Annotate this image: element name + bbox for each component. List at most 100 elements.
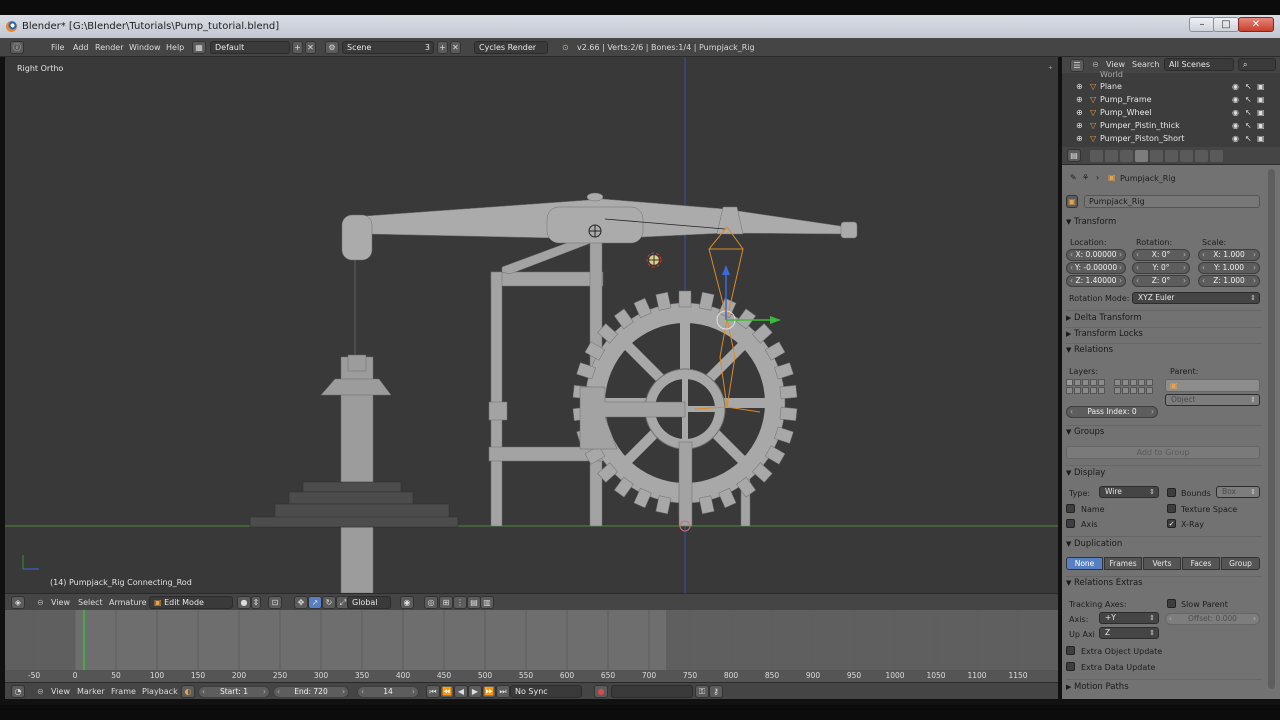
menu-select[interactable]: Select <box>78 596 103 609</box>
tab-modifiers-icon[interactable] <box>1165 150 1178 162</box>
panel-delta-transform-header[interactable]: ▶ Delta Transform <box>1066 313 1262 327</box>
expand-icon[interactable]: ⊕ <box>1076 121 1083 130</box>
duplication-frames-option[interactable]: Frames <box>1104 557 1142 570</box>
scene-icon[interactable]: ⚙ <box>325 41 339 54</box>
add-scene-icon[interactable]: + <box>437 41 448 54</box>
screen-layout-field[interactable]: Default <box>210 41 290 54</box>
texture-space-checkbox[interactable] <box>1167 504 1176 513</box>
visibility-eye-icon[interactable]: ◉ <box>1232 134 1239 143</box>
timeline-editor[interactable]: -50 0 50 100 150 200 250 300 350 400 450 500 550 600 6… <box>5 610 1058 682</box>
properties-scrollbar[interactable] <box>1268 169 1275 689</box>
tab-armature-icon[interactable] <box>1180 150 1193 162</box>
scale-z-field[interactable]: Z: 1.000 <box>1198 275 1260 287</box>
menu-file[interactable]: File <box>51 41 64 54</box>
layer-toggle[interactable] <box>1090 387 1097 394</box>
render-camera-icon[interactable]: ▣ <box>1257 121 1265 130</box>
layer-toggle[interactable] <box>1138 379 1145 386</box>
panel-transform-header[interactable]: ▼ Transform <box>1066 217 1262 231</box>
menu-view[interactable]: View <box>51 685 70 698</box>
visibility-eye-icon[interactable]: ◉ <box>1232 108 1239 117</box>
insert-keyframe-icon[interactable]: ⚿ <box>695 685 709 698</box>
duplication-group-option[interactable]: Group <box>1221 557 1260 570</box>
menu-view[interactable]: View <box>51 596 70 609</box>
menu-playback[interactable]: Playback <box>142 685 178 698</box>
track-axis-select[interactable]: +Y <box>1099 612 1159 624</box>
play-reverse-icon[interactable]: ◀ <box>454 685 468 698</box>
select-arrow-icon[interactable]: ↖ <box>1245 121 1252 130</box>
3d-viewport[interactable]: Right Ortho (14) Pumpjack_Rig Connecting… <box>5 57 1058 593</box>
start-frame-field[interactable]: Start: 1 <box>198 686 270 698</box>
visibility-eye-icon[interactable]: ◉ <box>1232 121 1239 130</box>
panel-display-header[interactable]: ▼ Display <box>1066 468 1262 482</box>
panel-duplication-header[interactable]: ▼ Duplication <box>1066 539 1262 553</box>
remove-scene-icon[interactable]: ✕ <box>450 41 461 54</box>
axis-checkbox[interactable] <box>1066 519 1075 528</box>
name-checkbox[interactable] <box>1066 504 1075 513</box>
viewport-shading-icon[interactable]: ● <box>237 596 251 609</box>
maximize-button[interactable]: □ <box>1213 17 1239 32</box>
layer-toggle[interactable] <box>1074 387 1081 394</box>
object-name-field[interactable]: Pumpjack_Rig <box>1084 195 1260 208</box>
screen-layout-icon[interactable]: ▦ <box>192 41 206 54</box>
collapse-menu-icon[interactable]: ⊖ <box>37 685 44 698</box>
outliner-item-pumper-piston-short[interactable]: ⊕ ▽ Pumper_Piston_Short ◉ ↖ ▣ <box>1062 133 1265 146</box>
proportional-edit-icon[interactable]: ◎ <box>424 596 438 609</box>
select-arrow-icon[interactable]: ↖ <box>1245 82 1252 91</box>
tab-world-icon[interactable] <box>1120 150 1133 162</box>
end-frame-field[interactable]: End: 720 <box>273 686 349 698</box>
add-to-group-button[interactable]: Add to Group <box>1066 446 1260 459</box>
menu-window[interactable]: Window <box>129 41 161 54</box>
expand-icon[interactable]: ⊕ <box>1076 108 1083 117</box>
parent-field[interactable]: ▣ <box>1165 379 1260 392</box>
location-z-field[interactable]: Z: 1.40000 <box>1066 275 1126 287</box>
panel-relations-extras-header[interactable]: ▼ Relations Extras <box>1066 578 1262 592</box>
pass-index-field[interactable]: Pass Index: 0 <box>1066 406 1158 418</box>
up-axis-select[interactable]: Z <box>1099 627 1159 639</box>
rotation-x-field[interactable]: X: 0° <box>1132 249 1190 261</box>
slow-parent-offset-field[interactable]: Offset: 0.000 <box>1165 613 1260 625</box>
delete-keyframe-icon[interactable]: ⚷ <box>709 685 723 698</box>
editor-type-info-icon[interactable]: ⓘ <box>10 41 24 54</box>
outliner-item-pumper-pistin-thick[interactable]: ⊕ ▽ Pumper_Pistin_thick ◉ ↖ ▣ <box>1062 120 1265 133</box>
expand-icon[interactable]: ⊕ <box>1076 82 1083 91</box>
tab-constraints-icon[interactable] <box>1150 150 1163 162</box>
layer-toggle[interactable] <box>1130 379 1137 386</box>
tab-object-icon[interactable] <box>1135 150 1148 162</box>
menu-add[interactable]: Add <box>73 41 89 54</box>
location-x-field[interactable]: X: 0.00000 <box>1066 249 1126 261</box>
duplication-verts-option[interactable]: Verts <box>1143 557 1181 570</box>
shading-dropdown-icon[interactable]: ⇕ <box>251 596 261 609</box>
layer-toggle[interactable] <box>1146 387 1153 394</box>
menu-render[interactable]: Render <box>95 41 123 54</box>
bounds-checkbox[interactable] <box>1167 488 1176 497</box>
render-engine-select[interactable]: Cycles Render <box>474 41 548 54</box>
render-camera-icon[interactable]: ▣ <box>1257 108 1265 117</box>
layer-toggle[interactable] <box>1066 387 1073 394</box>
tab-scene-icon[interactable] <box>1105 150 1118 162</box>
outliner-item-plane[interactable]: ⊕ ▽ Plane ◉ ↖ ▣ <box>1062 81 1265 94</box>
layer-toggle[interactable] <box>1098 387 1105 394</box>
layer-toggle[interactable] <box>1122 379 1129 386</box>
layer-toggle[interactable] <box>1146 379 1153 386</box>
snap-element-icon[interactable]: ⋮ <box>453 596 467 609</box>
expand-icon[interactable]: ⊕ <box>1076 95 1083 104</box>
menu-marker[interactable]: Marker <box>77 685 105 698</box>
pivot-point-icon[interactable]: ⊡ <box>268 596 282 609</box>
transform-orientation-select[interactable]: Global <box>347 596 391 609</box>
editor-type-properties-icon[interactable]: ▤ <box>1067 149 1081 162</box>
duplication-faces-option[interactable]: Faces <box>1182 557 1220 570</box>
outliner[interactable]: ☰ ⊖ View Search All Scenes ⌕ World ⊕ ▽ P… <box>1062 57 1280 147</box>
display-type-select[interactable]: Wire <box>1099 486 1159 498</box>
panel-transform-locks-header[interactable]: ▶ Transform Locks <box>1066 329 1262 343</box>
properties-editor[interactable]: ▤ ✎ ⚘ › ▣ Pumpjack_Rig ▣ Pumpjack_Rig ▼ T… <box>1062 147 1280 699</box>
select-arrow-icon[interactable]: ↖ <box>1245 134 1252 143</box>
record-icon[interactable]: ● <box>594 685 608 698</box>
outliner-item-pump-wheel[interactable]: ⊕ ▽ Pump_Wheel ◉ ↖ ▣ <box>1062 107 1265 120</box>
keying-set-field[interactable] <box>611 685 693 698</box>
mode-select[interactable]: ▣ Edit Mode <box>149 596 233 609</box>
layer-toggle[interactable] <box>1082 387 1089 394</box>
layer-toggle[interactable] <box>1114 379 1121 386</box>
viewport-corner-icon[interactable]: ⁺ <box>1048 65 1053 75</box>
tab-texture-icon[interactable] <box>1210 150 1223 162</box>
tab-render-icon[interactable] <box>1090 150 1103 162</box>
